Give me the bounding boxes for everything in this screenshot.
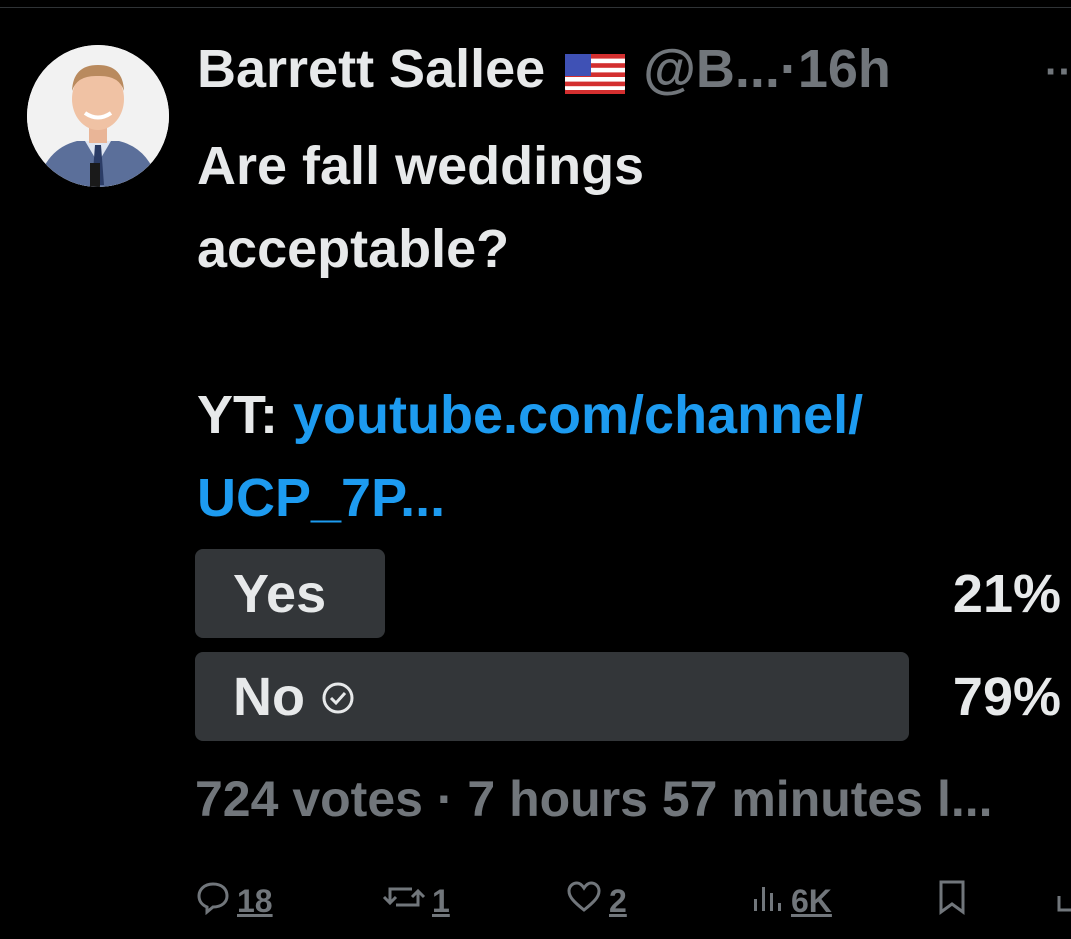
bookmark-icon bbox=[936, 878, 968, 924]
poll: Yes 21% No 79% bbox=[195, 549, 1071, 755]
avatar[interactable] bbox=[27, 45, 169, 187]
tweet-text-line: Are fall weddings bbox=[197, 136, 645, 196]
timestamp[interactable]: 16h bbox=[798, 39, 891, 99]
reply-icon bbox=[195, 879, 231, 923]
repost-button[interactable]: 1 bbox=[382, 873, 450, 929]
yt-prefix: YT: bbox=[197, 385, 294, 445]
poll-option-label: Yes bbox=[233, 564, 327, 624]
tweet-header: Barrett Sallee @B...·16h bbox=[197, 38, 891, 108]
poll-meta: 724 votes · 7 hours 57 minutes l... bbox=[195, 771, 993, 827]
more-icon[interactable]: ·· bbox=[1045, 50, 1071, 95]
action-bar: 18 1 2 6K bbox=[195, 873, 1071, 929]
divider bbox=[0, 7, 1071, 8]
like-count: 2 bbox=[609, 882, 627, 919]
reply-count: 18 bbox=[237, 882, 273, 919]
author-handle[interactable]: @B... bbox=[643, 39, 780, 99]
bookmark-button[interactable] bbox=[936, 873, 968, 929]
youtube-link-continued[interactable]: UCP_7P... bbox=[197, 457, 1057, 540]
poll-option-label-wrap: No bbox=[233, 666, 355, 732]
views-icon bbox=[751, 879, 785, 923]
reply-button[interactable]: 18 bbox=[195, 873, 273, 929]
author-name[interactable]: Barrett Sallee bbox=[197, 39, 545, 99]
us-flag-icon bbox=[565, 54, 626, 99]
poll-option-no: No 79% bbox=[195, 652, 1071, 741]
poll-option-yes: Yes 21% bbox=[195, 549, 1071, 638]
check-circle-icon bbox=[321, 666, 355, 728]
heart-icon bbox=[565, 879, 603, 923]
poll-option-label: No bbox=[233, 667, 305, 727]
like-button[interactable]: 2 bbox=[565, 873, 627, 929]
youtube-link[interactable]: youtube.com/channel/ bbox=[293, 385, 863, 445]
tweet-text-line: acceptable? bbox=[197, 219, 510, 279]
views-button[interactable]: 6K bbox=[751, 873, 832, 929]
share-icon bbox=[1055, 878, 1071, 924]
tweet-text: Are fall weddings acceptable? YT: youtub… bbox=[197, 125, 1057, 540]
poll-percent: 79% bbox=[952, 667, 1061, 727]
poll-percent: 21% bbox=[952, 564, 1061, 624]
repost-count: 1 bbox=[432, 882, 450, 919]
avatar-photo bbox=[27, 45, 169, 187]
separator-dot: · bbox=[779, 39, 798, 99]
share-button[interactable] bbox=[1055, 873, 1071, 929]
views-count: 6K bbox=[791, 882, 832, 919]
yt-line: YT: youtube.com/channel/ bbox=[197, 374, 1057, 457]
repost-icon bbox=[382, 879, 426, 923]
